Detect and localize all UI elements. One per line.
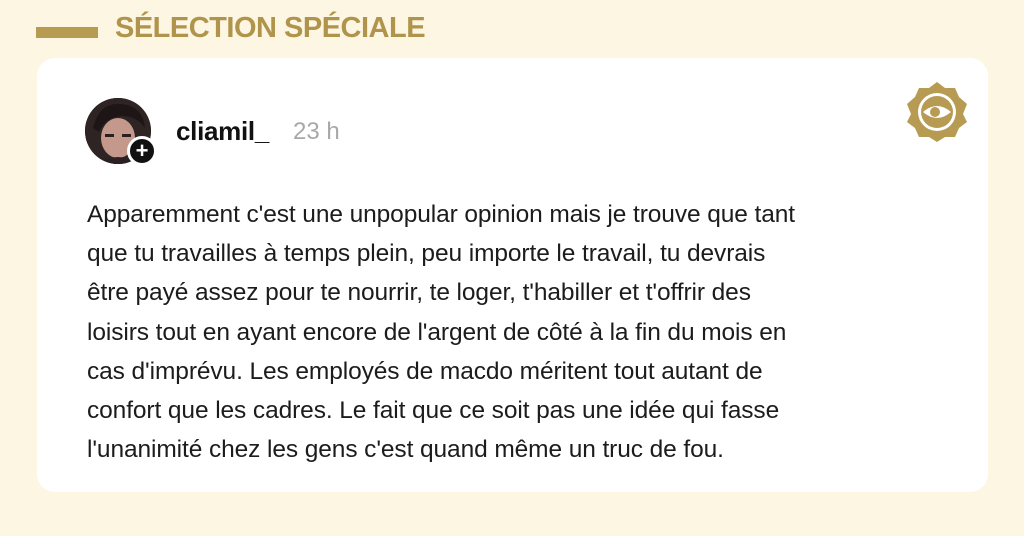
follow-button[interactable]: + — [127, 136, 157, 166]
post-body: Apparemment c'est une unpopular opinion … — [87, 201, 795, 464]
section-header: SÉLECTION SPÉCIALE — [0, 0, 1024, 60]
timestamp: 23 h — [293, 118, 340, 145]
post-card: + cliamil_ 23 h Apparemment c'est une un… — [37, 58, 988, 492]
header-accent-bar — [36, 27, 98, 38]
username[interactable]: cliamil_ — [176, 116, 269, 147]
brand-badge-icon — [905, 80, 969, 144]
section-title: SÉLECTION SPÉCIALE — [115, 12, 426, 44]
